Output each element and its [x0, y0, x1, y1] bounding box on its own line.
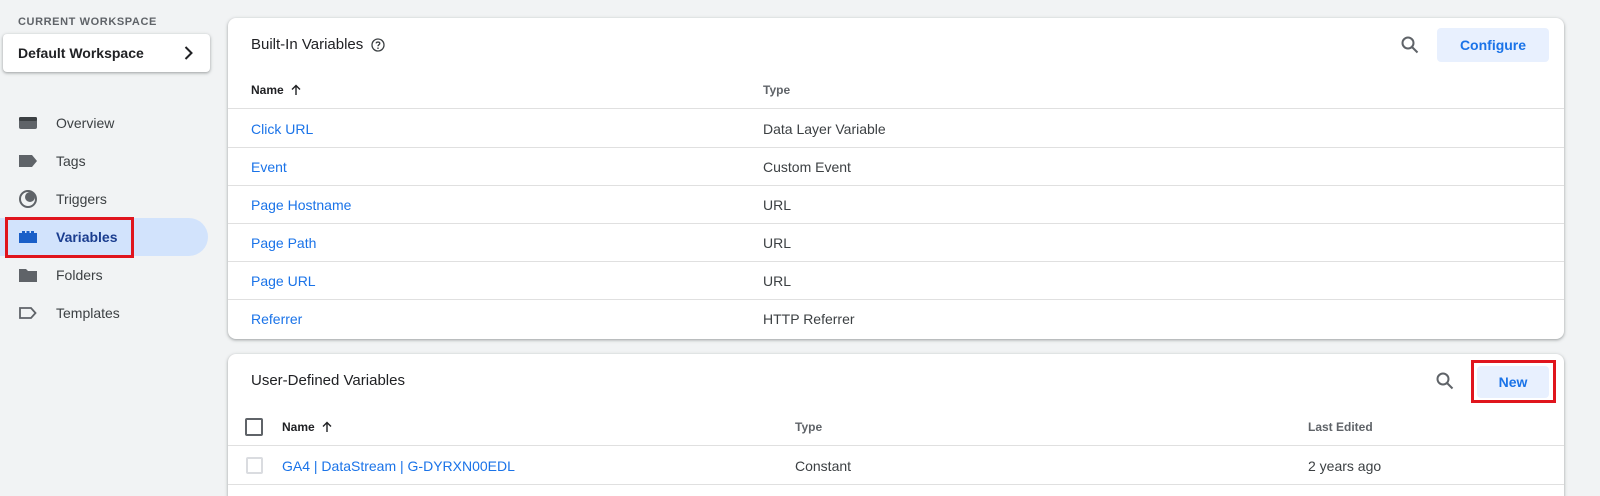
template-icon — [18, 303, 38, 323]
workspace-label: CURRENT WORKSPACE — [18, 16, 157, 28]
trigger-icon — [18, 189, 38, 209]
name-column-header[interactable]: Name — [282, 420, 333, 434]
variable-name-link[interactable]: Page URL — [251, 273, 316, 289]
builtin-variables-card: Built-In Variables Configure Name Type C… — [228, 18, 1564, 339]
folder-icon — [18, 265, 38, 285]
workspace-selector[interactable]: Default Workspace — [3, 34, 210, 72]
type-column-header: Type — [763, 82, 791, 97]
variable-type: Custom Event — [763, 158, 851, 175]
row-checkbox[interactable] — [246, 457, 263, 474]
variable-type: Constant — [795, 457, 852, 474]
sidebar-nav: Overview Tags Triggers Variables Folders — [0, 104, 214, 332]
sort-ascending-icon — [291, 84, 301, 95]
sidebar-item-folders[interactable]: Folders — [0, 256, 214, 294]
new-variable-button[interactable]: New — [1477, 366, 1549, 398]
select-all-checkbox[interactable] — [245, 417, 263, 436]
user-defined-search-button[interactable] — [1431, 367, 1459, 395]
variable-name-link[interactable]: Event — [251, 159, 287, 175]
sidebar-item-templates[interactable]: Templates — [0, 294, 214, 332]
variable-name-link[interactable]: GA4 | DataStream | G-DYRXN00EDL — [282, 458, 515, 474]
table-row: Page Path URL — [228, 224, 1564, 262]
search-icon — [1401, 36, 1419, 54]
help-icon[interactable] — [371, 37, 385, 52]
column-label: Name — [282, 419, 315, 434]
sidebar-item-label: Variables — [56, 229, 118, 245]
sidebar-item-label: Templates — [56, 305, 120, 321]
overview-icon — [18, 113, 38, 133]
builtin-search-button[interactable] — [1396, 31, 1424, 59]
sidebar-item-label: Triggers — [56, 191, 107, 207]
card-title-text: Built-In Variables — [251, 36, 364, 53]
sidebar-item-label: Overview — [56, 115, 115, 131]
table-row: Click URL Data Layer Variable — [228, 110, 1564, 148]
variable-name-link[interactable]: Page Path — [251, 235, 316, 251]
name-column-header[interactable]: Name — [251, 83, 302, 97]
builtin-variables-title: Built-In Variables — [251, 36, 385, 53]
sidebar: CURRENT WORKSPACE Default Workspace Over… — [0, 0, 214, 496]
variable-type: HTTP Referrer — [763, 311, 855, 327]
variable-name-link[interactable]: Referrer — [251, 311, 302, 327]
variable-type: URL — [763, 272, 792, 289]
table-row: Event Custom Event — [228, 148, 1564, 186]
table-row: Referrer HTTP Referrer — [228, 300, 1564, 338]
workspace-name: Default Workspace — [18, 45, 144, 61]
sidebar-item-label: Tags — [56, 153, 86, 169]
user-defined-variables-title: User-Defined Variables — [251, 372, 405, 389]
table-header: Name Type Last Edited — [228, 408, 1564, 446]
sidebar-item-triggers[interactable]: Triggers — [0, 180, 214, 218]
configure-button[interactable]: Configure — [1437, 28, 1549, 62]
variable-type: URL — [763, 234, 792, 251]
table-row: Page Hostname URL — [228, 186, 1564, 224]
sidebar-item-tags[interactable]: Tags — [0, 142, 214, 180]
tag-icon — [18, 151, 38, 171]
type-column-header: Type — [795, 419, 823, 434]
sidebar-item-variables[interactable]: Variables — [0, 218, 208, 256]
variables-icon — [18, 227, 38, 247]
table-header: Name Type — [228, 71, 1564, 109]
search-icon — [1436, 372, 1454, 390]
last-edited-value: 2 years ago — [1308, 457, 1382, 474]
sidebar-item-overview[interactable]: Overview — [0, 104, 214, 142]
last-edited-column-header: Last Edited — [1308, 419, 1373, 434]
table-row: Page URL URL — [228, 262, 1564, 300]
column-label: Name — [251, 82, 284, 97]
variable-type: Data Layer Variable — [763, 120, 886, 137]
variable-name-link[interactable]: Click URL — [251, 121, 313, 137]
chevron-right-icon — [184, 46, 193, 60]
table-row: GA4 | DataStream | G-DYRXN00EDL Constant… — [228, 447, 1564, 485]
variable-type: URL — [763, 196, 792, 213]
sidebar-item-label: Folders — [56, 267, 103, 283]
variable-name-link[interactable]: Page Hostname — [251, 197, 351, 213]
sort-ascending-icon — [322, 421, 332, 432]
user-defined-variables-card: User-Defined Variables New Name Type Las… — [228, 354, 1564, 496]
